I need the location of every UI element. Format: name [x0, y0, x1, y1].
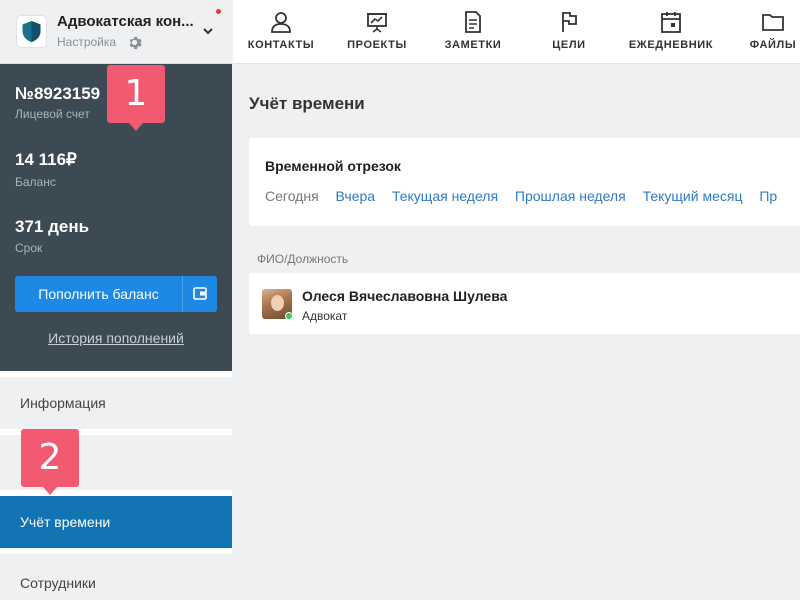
- main-content: Учёт времени Временной отрезок Сегодня В…: [233, 64, 800, 600]
- org-switcher[interactable]: Адвокатская кон... Настройка: [0, 0, 232, 64]
- tab-label: КОНТАКТЫ: [247, 39, 315, 51]
- tab-files[interactable]: ФАЙЛЫ: [725, 0, 800, 64]
- presentation-icon: [367, 13, 387, 33]
- callout-badge-1: 1: [107, 65, 165, 131]
- tab-label: ФАЙЛЫ: [749, 39, 797, 51]
- wallet-icon: [193, 287, 207, 300]
- tab-planner[interactable]: ЕЖЕДНЕВНИК: [617, 0, 725, 64]
- tab-label: ЕЖЕДНЕВНИК: [628, 39, 714, 51]
- tab-label: ЗАМЕТКИ: [444, 39, 502, 51]
- employee-name: Олеся Вячеславовна Шулева: [302, 288, 508, 304]
- online-status-dot: [285, 312, 293, 320]
- callout-badge-2: 2: [21, 429, 79, 495]
- term-value: 371 день: [15, 217, 90, 236]
- topup-history-link[interactable]: История пополнений: [0, 330, 232, 346]
- column-header-name-position: ФИО/Должность: [257, 252, 349, 266]
- employee-row[interactable]: Олеся Вячеславовна Шулева Адвокат: [249, 273, 800, 334]
- folder-icon: [762, 14, 784, 31]
- tab-notes[interactable]: ЗАМЕТКИ: [425, 0, 521, 64]
- flag-icon: [562, 12, 577, 32]
- period-option-today[interactable]: Сегодня: [265, 188, 319, 204]
- tab-projects[interactable]: ПРОЕКТЫ: [329, 0, 425, 64]
- page-title: Учёт времени: [249, 94, 365, 113]
- document-icon: [465, 11, 481, 33]
- term-label: Срок: [15, 241, 43, 255]
- period-options: Сегодня Вчера Текущая неделя Прошлая нед…: [265, 188, 790, 204]
- period-option-last-week[interactable]: Прошлая неделя: [515, 188, 626, 204]
- tab-label: ПРОЕКТЫ: [347, 39, 407, 51]
- chevron-down-icon[interactable]: [202, 25, 214, 37]
- org-name: Адвокатская кон...: [57, 13, 194, 30]
- tab-contacts[interactable]: КОНТАКТЫ: [233, 0, 329, 64]
- tab-goals[interactable]: ЦЕЛИ: [521, 0, 617, 64]
- calendar-icon: [661, 12, 681, 33]
- balance-value: 14 116₽: [15, 150, 77, 169]
- sidebar-item-employees[interactable]: Сотрудники: [0, 554, 232, 600]
- topup-balance-button[interactable]: Пополнить баланс: [15, 276, 182, 312]
- period-filter-title: Временной отрезок: [265, 158, 401, 174]
- account-number-label: Лицевой счет: [15, 107, 90, 121]
- sidebar-item-time-tracking[interactable]: Учёт времени: [0, 496, 232, 548]
- employee-role: Адвокат: [302, 309, 348, 323]
- tab-label: ЦЕЛИ: [552, 39, 586, 51]
- period-option-more[interactable]: Пр: [759, 188, 777, 204]
- app-window: Адвокатская кон... Настройка №8923159 Ли…: [0, 0, 800, 600]
- org-logo: [17, 16, 46, 47]
- sidebar-item-info[interactable]: Информация: [0, 377, 232, 429]
- top-navigation: КОНТАКТЫ ПРОЕКТЫ ЗАМЕТКИ ЦЕЛИ ЕЖЕДНЕВНИК…: [233, 0, 800, 64]
- period-option-this-month[interactable]: Текущий месяц: [643, 188, 743, 204]
- period-filter-card: Временной отрезок Сегодня Вчера Текущая …: [249, 138, 800, 226]
- balance-label: Баланс: [15, 175, 56, 189]
- period-option-yesterday[interactable]: Вчера: [336, 188, 376, 204]
- gear-icon[interactable]: [127, 35, 142, 50]
- org-settings-label[interactable]: Настройка: [57, 35, 116, 49]
- period-option-this-week[interactable]: Текущая неделя: [392, 188, 498, 204]
- shield-icon: [22, 21, 41, 42]
- user-icon: [271, 12, 291, 33]
- wallet-button[interactable]: [182, 276, 217, 312]
- notification-dot: [216, 9, 221, 14]
- account-number: №8923159: [15, 84, 101, 103]
